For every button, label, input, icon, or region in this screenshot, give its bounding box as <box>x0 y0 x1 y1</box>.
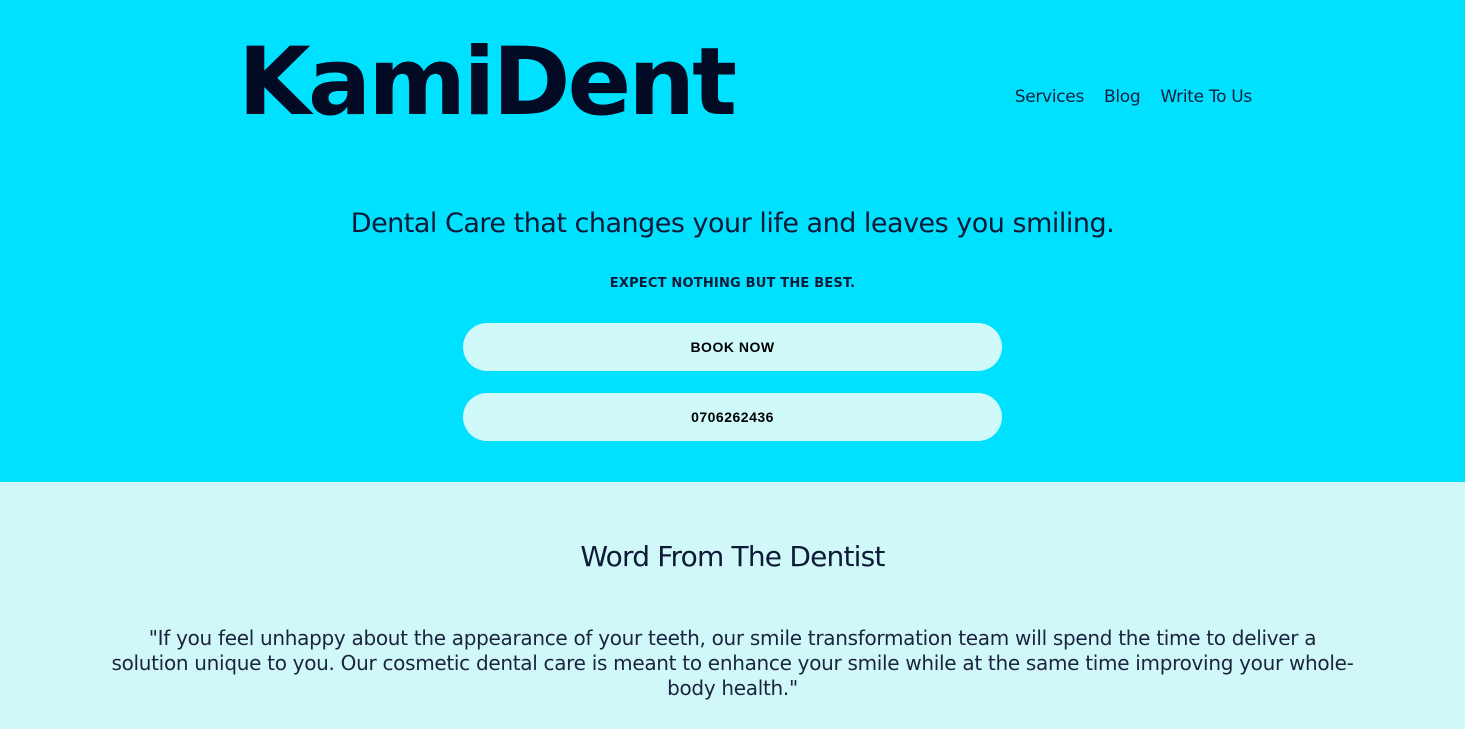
hero-section: KamiDent Services Blog Write To Us Denta… <box>0 0 1465 482</box>
nav-link-blog[interactable]: Blog <box>1104 87 1141 107</box>
phone-button[interactable]: 0706262436 <box>463 393 1002 441</box>
dentist-quote: "If you feel unhappy about the appearanc… <box>111 626 1354 700</box>
hero-subline: EXPECT NOTHING BUT THE BEST. <box>609 276 856 291</box>
hero-tagline: Dental Care that changes your life and l… <box>350 208 1115 239</box>
dentist-section: Word From The Dentist "If you feel unhap… <box>0 482 1465 729</box>
book-now-button[interactable]: BOOK NOW <box>463 323 1002 371</box>
main-nav: Services Blog Write To Us <box>1015 87 1253 107</box>
nav-link-services[interactable]: Services <box>1015 87 1085 107</box>
logo[interactable]: KamiDent <box>238 36 737 130</box>
nav-link-write-to-us[interactable]: Write To Us <box>1160 87 1252 107</box>
section-title: Word From The Dentist <box>580 540 885 573</box>
